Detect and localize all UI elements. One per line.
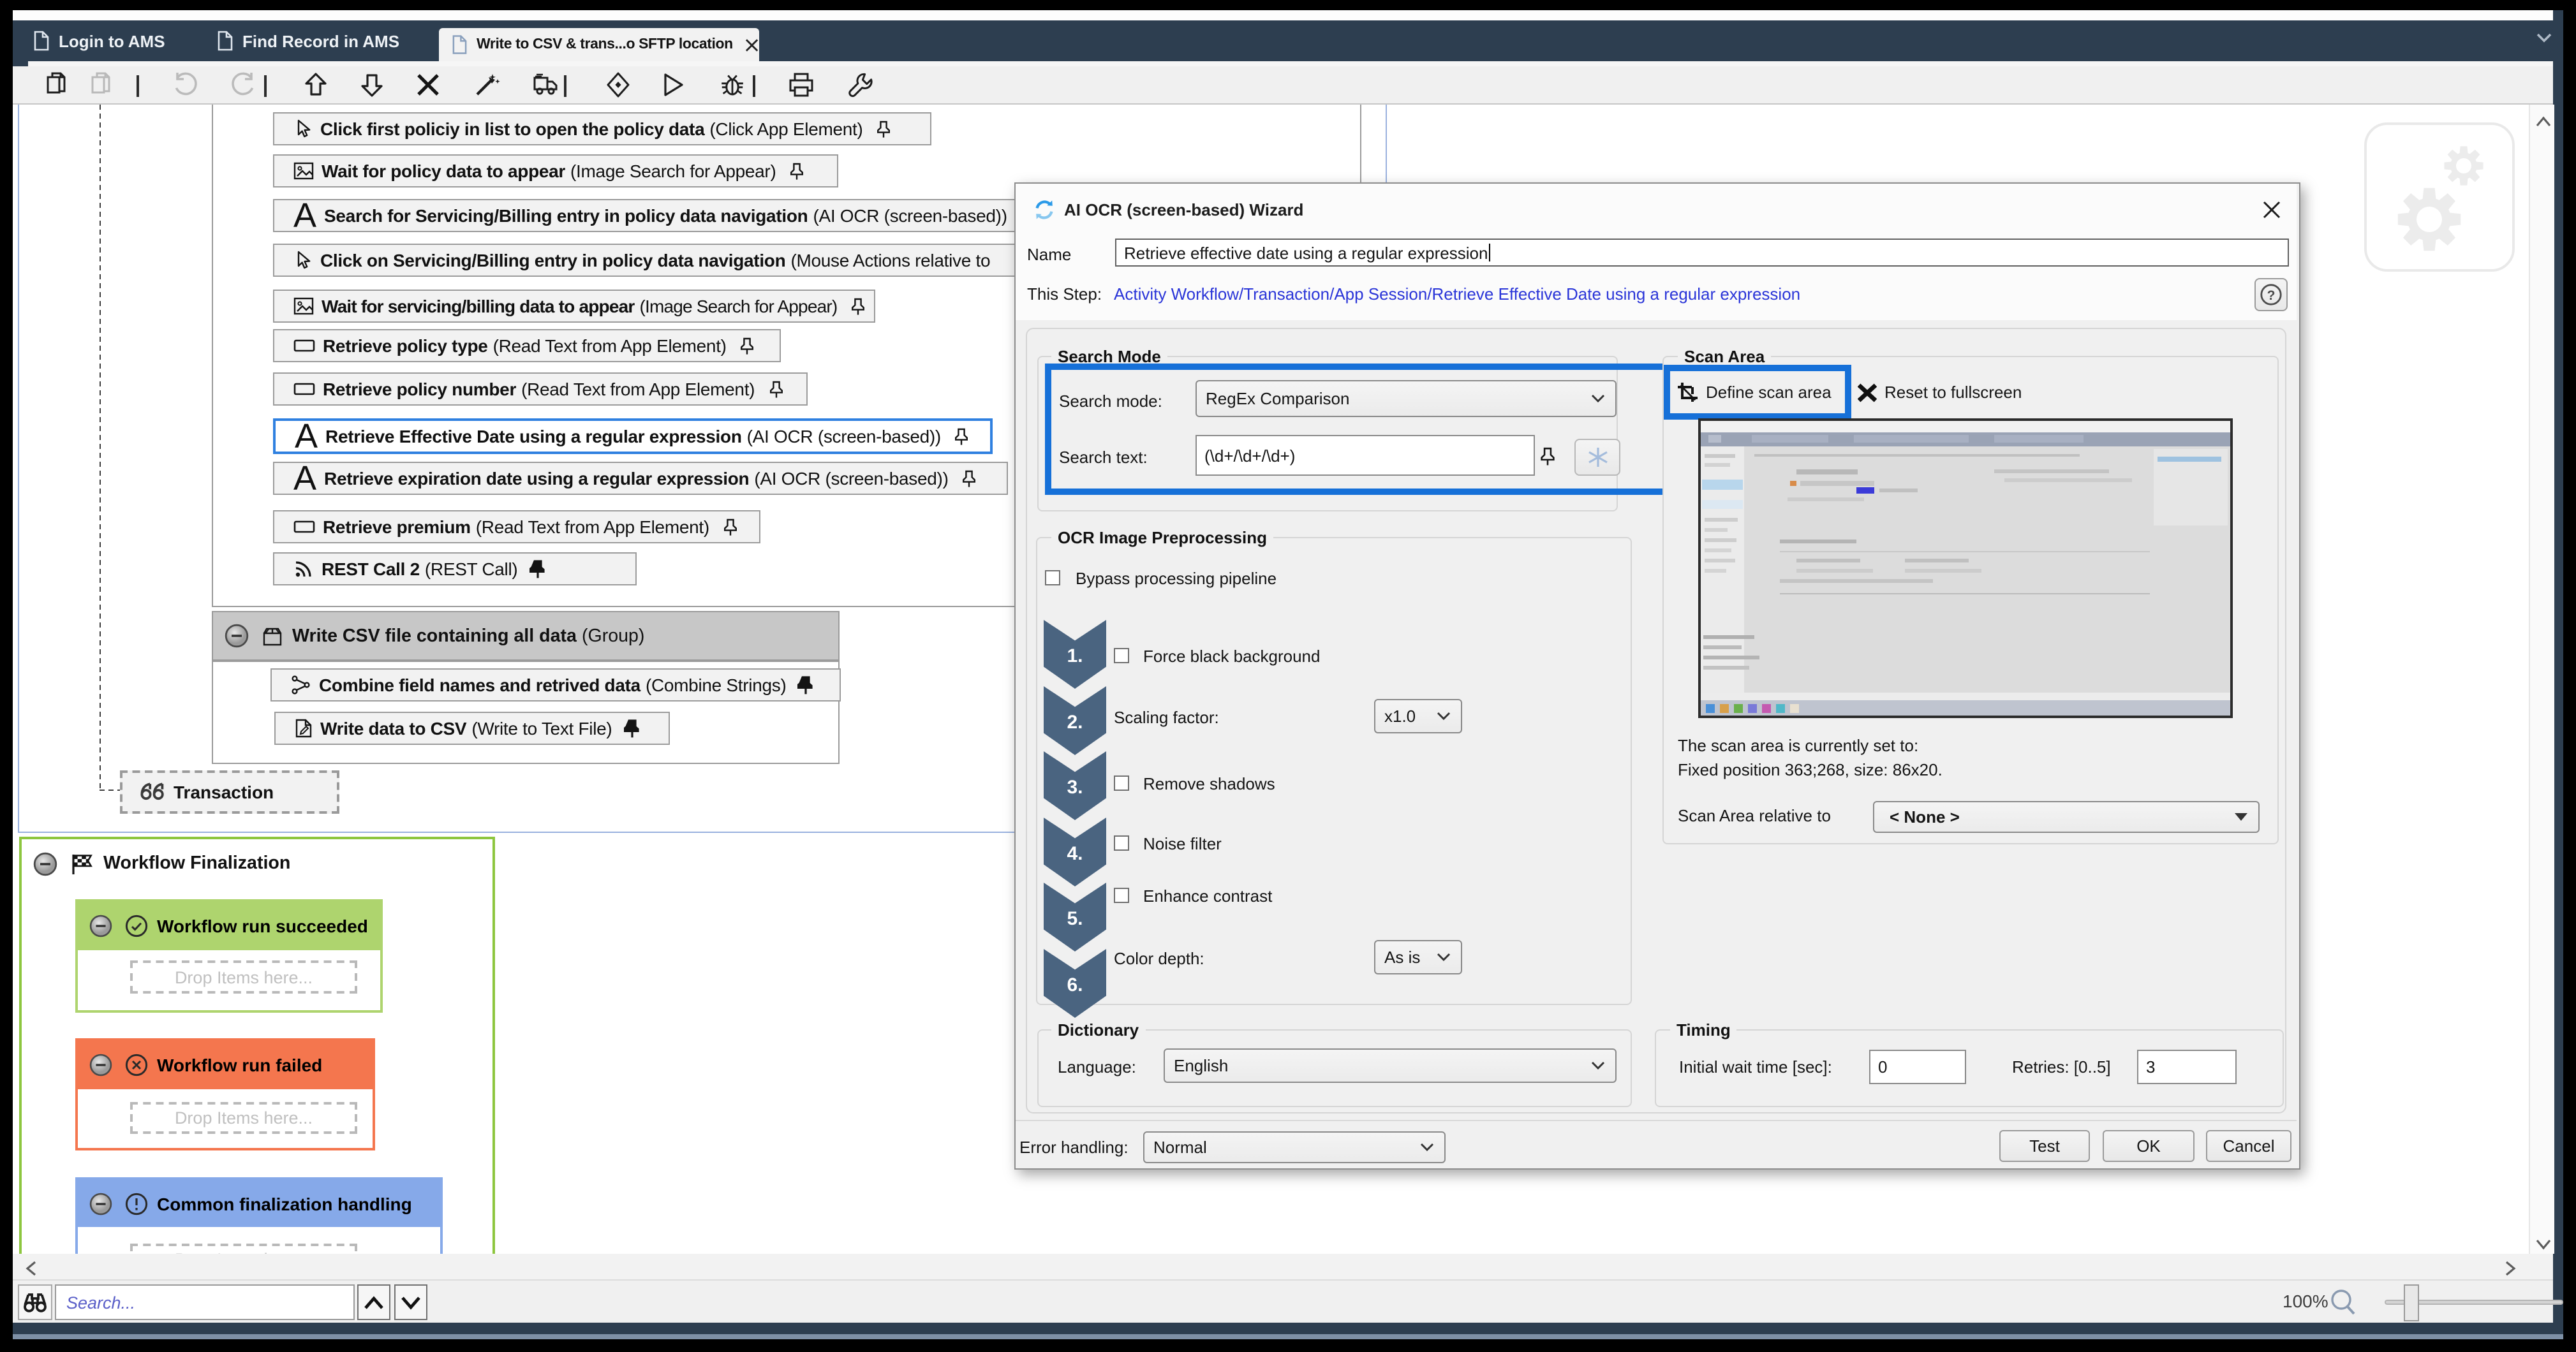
svg-text:?: ?: [2267, 288, 2276, 303]
